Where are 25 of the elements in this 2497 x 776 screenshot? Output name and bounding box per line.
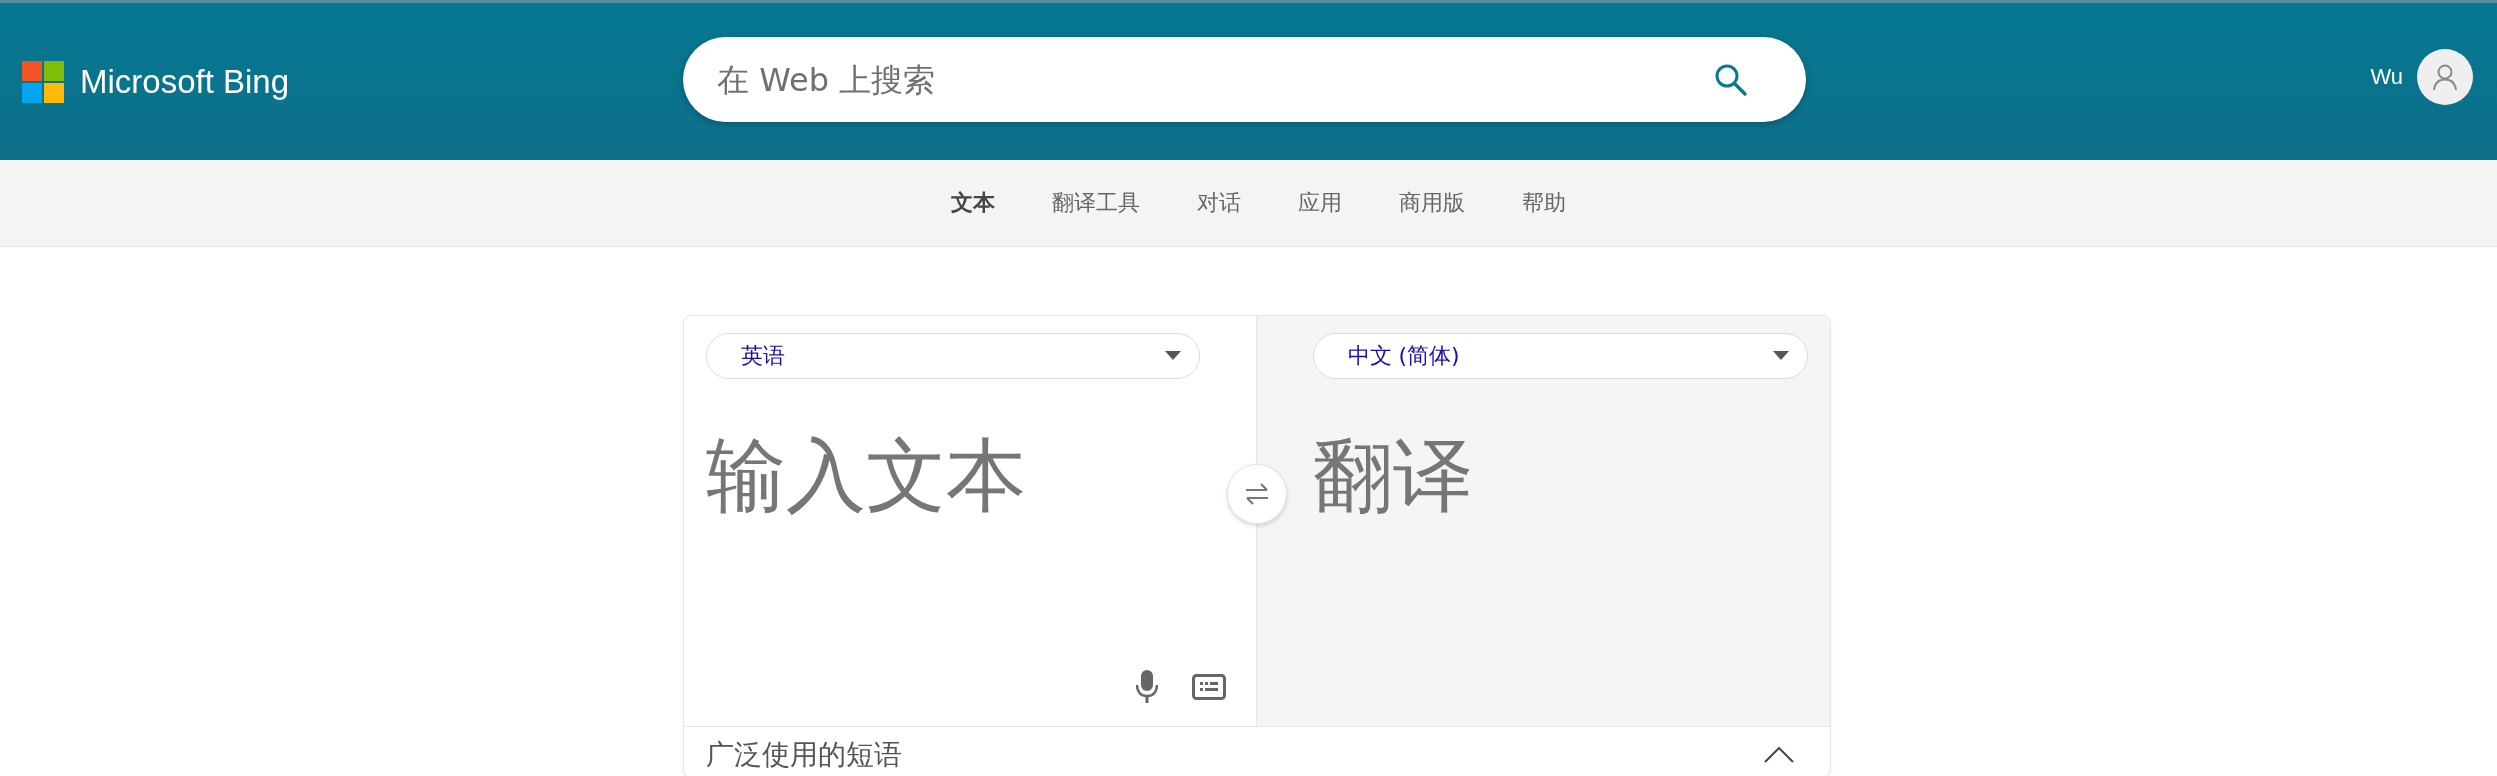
logo-icon <box>22 60 64 103</box>
language-dropdown[interactable]: 英语 <box>705 333 1200 379</box>
search-icon[interactable] <box>1714 63 1748 97</box>
output-panel[interactable]: 中文 (简体) 翻译 <box>1256 316 1830 726</box>
phrases-header[interactable]: 广泛使用的短语 <box>683 727 1830 776</box>
output-field[interactable]: 翻译 <box>1312 423 1808 706</box>
nav-tab[interactable]: 对话 <box>1197 188 1241 218</box>
search-field[interactable]: 在 Web 上搜索 <box>683 37 1806 122</box>
user-name[interactable]: Wu <box>2370 63 2403 90</box>
input-field[interactable]: 输入文本 <box>705 423 1200 670</box>
nav-tab[interactable]: 文本 <box>951 188 995 218</box>
keyboard-icon[interactable] <box>1191 674 1226 700</box>
microphone-icon[interactable] <box>1135 670 1158 704</box>
brand-name[interactable]: Microsoft Bing <box>80 62 290 101</box>
swap-icon <box>1243 483 1270 505</box>
nav-tab[interactable]: 翻译工具 <box>1052 188 1140 218</box>
caret-icon <box>1164 351 1181 361</box>
section-title: 广泛使用的短语 <box>705 737 902 773</box>
swap-languages-button[interactable] <box>1226 464 1287 524</box>
nav-tab[interactable]: 帮助 <box>1522 188 1566 218</box>
chevron-up-icon[interactable] <box>1763 747 1794 763</box>
nav-tab[interactable]: 应用 <box>1298 188 1342 218</box>
caret-icon <box>1772 351 1789 361</box>
nav-tab[interactable]: 商用版 <box>1399 188 1465 218</box>
language-dropdown[interactable]: 中文 (简体) <box>1312 333 1808 379</box>
